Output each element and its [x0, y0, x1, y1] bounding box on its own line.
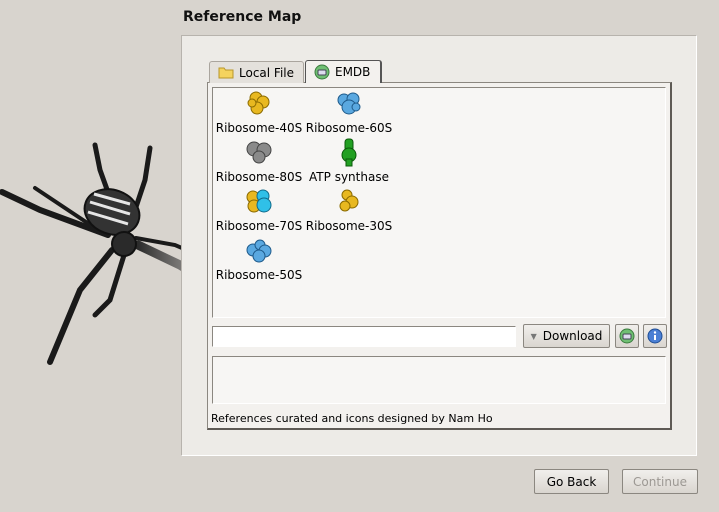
ribosome-80s-icon	[246, 141, 272, 164]
folder-icon	[218, 67, 234, 79]
download-label: Download	[542, 329, 603, 343]
map-label: Ribosome-70S	[215, 219, 303, 233]
map-label: Ribosome-60S	[305, 121, 393, 135]
info-icon	[647, 328, 663, 344]
map-item-ribosome-50s[interactable]: Ribosome-50S	[213, 235, 305, 283]
page-title: Reference Map	[183, 9, 302, 25]
map-label: Ribosome-30S	[305, 219, 393, 233]
tab-emdb[interactable]: EMDB	[305, 60, 382, 83]
continue-button[interactable]: Continue	[622, 469, 698, 494]
ribosome-50s-icon	[246, 239, 272, 263]
info-button[interactable]	[643, 324, 667, 348]
map-item-ribosome-40s[interactable]: Ribosome-40S	[213, 88, 305, 136]
download-button[interactable]: ▼ Download	[523, 324, 610, 348]
tab-emdb-label: EMDB	[335, 65, 371, 79]
ribosome-60s-icon	[337, 92, 361, 115]
atp-synthase-icon	[341, 138, 357, 167]
tab-local-file[interactable]: Local File	[209, 61, 304, 83]
map-item-ribosome-60s[interactable]: Ribosome-60S	[303, 88, 395, 136]
map-item-ribosome-70s[interactable]: Ribosome-70S	[213, 186, 305, 234]
ribosome-70s-icon	[246, 189, 272, 213]
map-label: Ribosome-40S	[215, 121, 303, 135]
map-item-atp-synthase[interactable]: ATP synthase	[303, 137, 395, 185]
ribosome-40s-icon	[247, 91, 270, 115]
map-info-area	[212, 356, 666, 404]
ribosome-30s-icon	[339, 189, 359, 212]
credits-text: References curated and icons designed by…	[211, 412, 493, 425]
download-url-input[interactable]	[212, 326, 516, 347]
map-label: Ribosome-80S	[215, 170, 303, 184]
go-back-button[interactable]: Go Back	[534, 469, 609, 494]
tab-local-file-label: Local File	[239, 65, 294, 80]
emdb-icon	[619, 328, 635, 344]
map-item-ribosome-30s[interactable]: Ribosome-30S	[303, 186, 395, 234]
map-item-ribosome-80s[interactable]: Ribosome-80S	[213, 137, 305, 185]
emdb-search-button[interactable]	[615, 324, 639, 348]
map-label: Ribosome-50S	[215, 268, 303, 282]
dropdown-arrow-icon: ▼	[530, 331, 537, 341]
emdb-icon	[314, 64, 330, 80]
map-label: ATP synthase	[309, 170, 389, 184]
